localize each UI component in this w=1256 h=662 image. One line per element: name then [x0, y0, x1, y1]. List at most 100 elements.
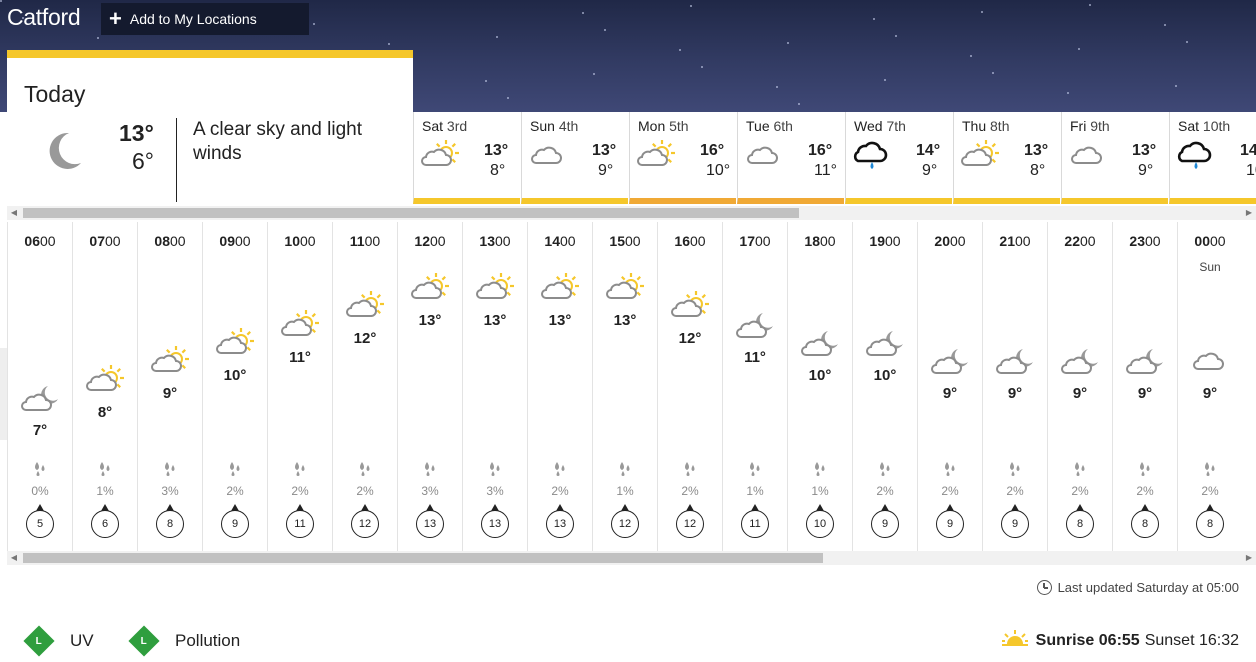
day-label: Thu 8th: [962, 118, 1010, 134]
hour-time: 2100: [999, 233, 1031, 249]
wind-direction-icon: [751, 504, 759, 511]
hour-column[interactable]: 1000 11° 2% 11: [267, 222, 332, 551]
day-tab[interactable]: Wed 7th 14° 9°: [845, 112, 952, 204]
precip-drops-icon: [983, 461, 1047, 482]
hourly-forecast: 0600 7° 0% 5 0700 8° 1% 6 0800 9° 3% 8 0…: [7, 222, 1256, 551]
hour-temp: 9°: [1072, 385, 1088, 402]
wind-direction-icon: [686, 504, 694, 511]
today-title: Today: [24, 81, 86, 107]
hour-column[interactable]: 2000 9° 2% 9: [917, 222, 982, 551]
hour-time: 1200: [414, 233, 446, 249]
cloud-icon: [1068, 139, 1110, 178]
wind-direction-icon: [361, 504, 369, 511]
today-description: A clear sky and light winds: [193, 119, 362, 164]
pollution-badge[interactable]: L Pollution: [128, 625, 240, 657]
scroll-right-icon[interactable]: ▶: [1242, 206, 1256, 220]
scroll-left-icon[interactable]: ◀: [7, 551, 21, 565]
moon-cloud-icon: [1060, 345, 1102, 384]
moon-cloud-icon: [930, 345, 972, 384]
day-label: Wed 7th: [854, 118, 906, 134]
wind-direction-icon: [1011, 504, 1019, 511]
day-tab[interactable]: Sat 10th 14° 10°: [1169, 112, 1256, 204]
hour-column[interactable]: 0900 10° 2% 9: [202, 222, 267, 551]
day-tab[interactable]: Mon 5th 16° 10°: [629, 112, 736, 204]
hour-time: 1900: [869, 233, 901, 249]
today-low-temp: 6°: [132, 148, 154, 174]
day-tab[interactable]: Sat 3rd 13° 8°: [413, 112, 520, 204]
hour-temp: 11°: [289, 349, 311, 366]
hour-temp: 13°: [613, 312, 637, 329]
hour-column[interactable]: 0800 9° 3% 8: [137, 222, 202, 551]
hour-column[interactable]: 1900 10° 2% 9: [852, 222, 917, 551]
sun-cloud-icon: [670, 290, 712, 329]
hour-column[interactable]: 1300 13° 3% 13: [462, 222, 527, 551]
hour-temp: 9°: [1202, 385, 1218, 402]
hour-column[interactable]: 1500 13° 1% 12: [592, 222, 657, 551]
hour-temp: 8°: [97, 404, 113, 421]
hour-column[interactable]: 1100 12° 2% 12: [332, 222, 397, 551]
wind-direction-icon: [621, 504, 629, 511]
hour-time: 0900: [219, 233, 251, 249]
add-to-locations-button[interactable]: + Add to My Locations: [101, 3, 309, 35]
scroll-left-icon[interactable]: ◀: [7, 206, 21, 220]
last-updated: Last updated Saturday at 05:00: [1036, 580, 1239, 595]
hour-column[interactable]: 2200 9° 2% 8: [1047, 222, 1112, 551]
hour-temp: 13°: [483, 312, 507, 329]
day-label: Tue 6th: [746, 118, 793, 134]
hour-temp: 9°: [942, 385, 958, 402]
daily-scroll-thumb[interactable]: [23, 208, 799, 218]
precip-chance: 2%: [356, 484, 374, 498]
sunrise-icon: [1001, 630, 1028, 651]
precip-chance: 2%: [1136, 484, 1154, 498]
precip-chance: 2%: [681, 484, 699, 498]
day-label: Sat 10th: [1178, 118, 1231, 134]
hour-column[interactable]: 0600 7° 0% 5: [7, 222, 72, 551]
wind-speed: 6: [91, 504, 119, 538]
hour-column[interactable]: 1700 11° 1% 11: [722, 222, 787, 551]
precip-drops-icon: [1113, 461, 1177, 482]
day-high-temp: 13°: [1132, 142, 1157, 159]
uv-badge[interactable]: L UV: [23, 625, 94, 657]
precip-chance: 0%: [31, 484, 49, 498]
wind-speed: 11: [741, 504, 769, 538]
precip-chance: 2%: [1201, 484, 1219, 498]
today-card[interactable]: Today 13° 6° A clear sky and light winds: [7, 50, 413, 204]
precip-drops-icon: [528, 461, 592, 482]
sun-cloud-icon: [345, 290, 387, 329]
hour-column[interactable]: 0000 Sun 9° 2% 8: [1177, 222, 1242, 551]
hour-column[interactable]: 2100 9° 2% 9: [982, 222, 1047, 551]
hour-column[interactable]: 0700 8° 1% 6: [72, 222, 137, 551]
daily-scrollbar[interactable]: ◀ ▶: [7, 206, 1256, 220]
day-low-temp: 9°: [1138, 162, 1154, 179]
hourly-scrollbar[interactable]: ◀ ▶: [7, 551, 1256, 565]
day-label: Sat 3rd: [422, 118, 468, 134]
precip-chance: 2%: [941, 484, 959, 498]
day-tab[interactable]: Thu 8th 13° 8°: [953, 112, 1060, 204]
day-tab[interactable]: Fri 9th 13° 9°: [1061, 112, 1168, 204]
hour-column[interactable]: 1800 10° 1% 10: [787, 222, 852, 551]
hour-temp: 12°: [353, 330, 377, 347]
precip-drops-icon: [398, 461, 462, 482]
sunrise-time: Sunrise 06:55: [1035, 631, 1140, 649]
day-low-temp: 9°: [598, 162, 614, 179]
wind-direction-icon: [491, 504, 499, 511]
day-tab[interactable]: Sun 4th 13° 9°: [521, 112, 628, 204]
hourly-scroll-thumb[interactable]: [23, 553, 823, 563]
uv-label: UV: [70, 631, 94, 650]
day-tab[interactable]: Tue 6th 16° 11°: [737, 112, 844, 204]
hour-column[interactable]: 2300 9° 2% 8: [1112, 222, 1177, 551]
hour-column[interactable]: 1600 12° 2% 12: [657, 222, 722, 551]
hour-column[interactable]: 1200 13° 3% 13: [397, 222, 462, 551]
sun-cloud-icon: [420, 139, 462, 178]
hour-column[interactable]: 1400 13° 2% 13: [527, 222, 592, 551]
precip-drops-icon: [853, 461, 917, 482]
sun-cloud-icon: [636, 139, 678, 178]
wind-speed: 8: [1196, 504, 1224, 538]
scroll-right-icon[interactable]: ▶: [1242, 551, 1256, 565]
hour-temp: 9°: [1007, 385, 1023, 402]
sun-cloud-icon: [215, 327, 257, 366]
wind-speed: 12: [611, 504, 639, 538]
wind-direction-icon: [881, 504, 889, 511]
hour-time: 1100: [349, 233, 381, 249]
precip-drops-icon: [73, 461, 137, 482]
